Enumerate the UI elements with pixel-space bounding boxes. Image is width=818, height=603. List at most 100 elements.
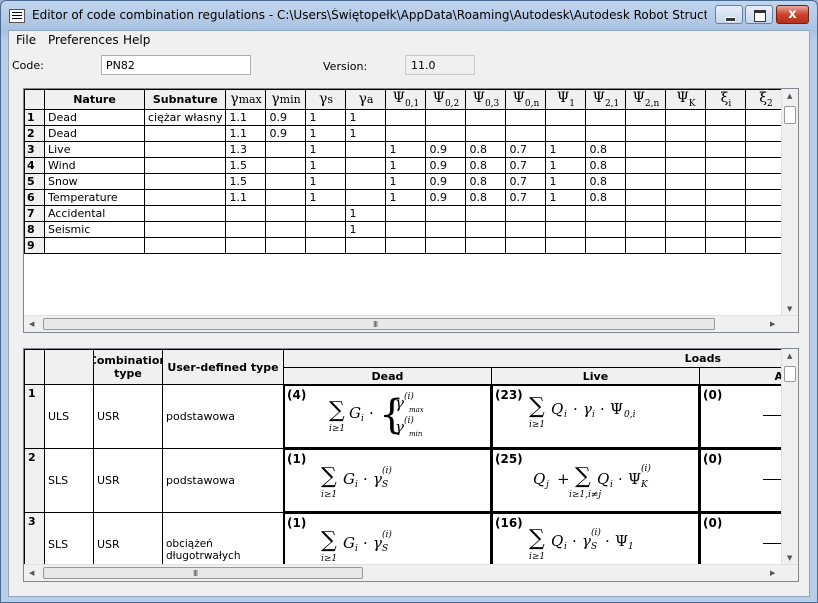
live-formula-cell[interactable]: (23) ∑ i≥1 Q i · γ i · Ψ 0,i bbox=[491, 384, 700, 449]
dead-formula-cell[interactable]: (1) ∑ i≥1 G i · γ (i) S bbox=[283, 512, 492, 572]
scroll-up-arrow-icon[interactable]: ▲ bbox=[787, 93, 792, 100]
cell-empty[interactable] bbox=[625, 204, 667, 222]
cell-psi03[interactable]: 0.8 bbox=[465, 156, 507, 174]
cell-psi01[interactable] bbox=[385, 204, 427, 222]
cell-psi21[interactable] bbox=[585, 220, 627, 238]
cell-empty[interactable] bbox=[745, 188, 787, 206]
cell-gs[interactable]: 1 bbox=[305, 124, 347, 142]
cell-psi21[interactable]: 0.8 bbox=[585, 140, 627, 158]
header-gamma-max[interactable]: γmax bbox=[225, 89, 267, 110]
cell-nature[interactable]: Seismic bbox=[44, 220, 145, 238]
cell-nature[interactable]: Wind bbox=[44, 156, 145, 174]
cell-empty[interactable] bbox=[745, 220, 787, 238]
cell-gmin[interactable] bbox=[265, 156, 307, 174]
cell-psi03[interactable]: 0.8 bbox=[465, 140, 507, 158]
cell-empty[interactable] bbox=[745, 172, 787, 190]
dead-formula-cell[interactable]: (4) ∑ i≥1 G i · { γ (i) max γ (i) min bbox=[283, 384, 492, 449]
header-psi-0-n[interactable]: Ψ0,n bbox=[505, 89, 547, 110]
scroll-right-arrow-icon[interactable]: ▶ bbox=[770, 570, 775, 577]
cell-empty[interactable] bbox=[625, 236, 667, 254]
cell-psi01[interactable] bbox=[385, 220, 427, 238]
cell-ga[interactable] bbox=[345, 188, 387, 206]
cell-empty[interactable] bbox=[625, 220, 667, 238]
cell-gs[interactable]: 1 bbox=[305, 156, 347, 174]
cell-ga[interactable]: 1 bbox=[345, 204, 387, 222]
cell-psi03[interactable] bbox=[465, 124, 507, 142]
header-gamma-s[interactable]: γs bbox=[305, 89, 347, 110]
scroll-left-arrow-icon[interactable]: ◀ bbox=[29, 570, 34, 577]
cell-psi03[interactable]: 0.8 bbox=[465, 188, 507, 206]
cell-empty[interactable] bbox=[705, 108, 747, 126]
cell-psi0n[interactable] bbox=[505, 108, 547, 126]
cell-nature[interactable]: Dead bbox=[44, 108, 145, 126]
cell-psi02[interactable]: 0.9 bbox=[425, 156, 467, 174]
cell-gmax[interactable] bbox=[225, 236, 267, 254]
cell-empty[interactable] bbox=[665, 108, 707, 126]
limit-state-cell[interactable]: SLS bbox=[44, 512, 94, 572]
cell-subnature[interactable]: ciężar własny bbox=[143, 108, 227, 126]
cell-gs[interactable] bbox=[305, 220, 347, 238]
cell-psi1[interactable] bbox=[545, 220, 587, 238]
cell-psi21[interactable]: 0.8 bbox=[585, 188, 627, 206]
cell-gs[interactable]: 1 bbox=[305, 108, 347, 126]
minimize-button[interactable] bbox=[715, 5, 743, 24]
header-gamma-min[interactable]: γmin bbox=[265, 89, 307, 110]
regulation-row[interactable]: 4 Wind 1.5 1 1 0.9 0.8 0.7 1 0.8 bbox=[24, 156, 787, 174]
scroll-thumb[interactable]: III bbox=[43, 567, 363, 579]
cell-gmax[interactable]: 1.1 bbox=[225, 188, 267, 206]
regulation-row[interactable]: 7 Accidental 1 bbox=[24, 204, 787, 222]
cell-psi1[interactable] bbox=[545, 108, 587, 126]
regulation-row[interactable]: 1 Dead ciężar własny 1.1 0.9 1 1 bbox=[24, 108, 787, 126]
cell-psi02[interactable] bbox=[425, 108, 467, 126]
cell-psi0n[interactable] bbox=[505, 220, 547, 238]
cell-empty[interactable] bbox=[705, 140, 747, 158]
cell-empty[interactable] bbox=[745, 204, 787, 222]
scroll-left-arrow-icon[interactable]: ◀ bbox=[29, 321, 34, 328]
cell-empty[interactable] bbox=[665, 188, 707, 206]
scroll-down-arrow-icon[interactable]: ▼ bbox=[787, 555, 792, 562]
cell-psi02[interactable]: 0.9 bbox=[425, 188, 467, 206]
combination-row-1[interactable]: 1 ULS USR podstawowa (4) ∑ i≥1 G i · { γ… bbox=[24, 384, 784, 449]
regulations-grid[interactable]: Nature Subnature γmax γmin γs γa Ψ0,1 Ψ0… bbox=[23, 88, 799, 333]
scroll-down-arrow-icon[interactable]: ▼ bbox=[787, 306, 792, 313]
cell-empty[interactable] bbox=[705, 236, 747, 254]
menu-help[interactable]: Help bbox=[123, 33, 150, 47]
cell-psi0n[interactable]: 0.7 bbox=[505, 172, 547, 190]
cell-psi03[interactable] bbox=[465, 204, 507, 222]
cell-nature[interactable] bbox=[44, 236, 145, 254]
scroll-thumb[interactable] bbox=[784, 366, 796, 382]
scroll-thumb[interactable] bbox=[784, 106, 796, 124]
cell-gmax[interactable]: 1.1 bbox=[225, 124, 267, 142]
dead-formula-cell[interactable]: (1) ∑ i≥1 G i · γ (i) S bbox=[283, 448, 492, 513]
cell-gmin[interactable] bbox=[265, 220, 307, 238]
cell-empty[interactable] bbox=[665, 172, 707, 190]
cell-gs[interactable]: 1 bbox=[305, 188, 347, 206]
cell-psi01[interactable] bbox=[385, 108, 427, 126]
cell-psi1[interactable] bbox=[545, 124, 587, 142]
cell-empty[interactable] bbox=[665, 156, 707, 174]
cell-psi0n[interactable]: 0.7 bbox=[505, 140, 547, 158]
combination-type-cell[interactable]: USR bbox=[93, 512, 163, 572]
combination-row-2[interactable]: 2 SLS USR podstawowa (1) ∑ i≥1 G i · γ (… bbox=[24, 448, 784, 513]
cell-psi02[interactable]: 0.9 bbox=[425, 140, 467, 158]
cell-psi21[interactable] bbox=[585, 108, 627, 126]
cell-empty[interactable] bbox=[705, 204, 747, 222]
cell-empty[interactable] bbox=[745, 124, 787, 142]
regulation-row[interactable]: 2 Dead 1.1 0.9 1 1 bbox=[24, 124, 787, 142]
user-defined-type-cell[interactable]: obciążeń długotrwałych bbox=[162, 512, 284, 572]
cell-empty[interactable] bbox=[705, 156, 747, 174]
header-psi-2-n[interactable]: Ψ2,n bbox=[625, 89, 667, 110]
header-accidental[interactable]: A bbox=[699, 367, 784, 385]
cell-gmin[interactable] bbox=[265, 140, 307, 158]
cell-gs[interactable] bbox=[305, 236, 347, 254]
cell-psi01[interactable]: 1 bbox=[385, 172, 427, 190]
cell-gmin[interactable] bbox=[265, 204, 307, 222]
cell-nature[interactable]: Live bbox=[44, 140, 145, 158]
scroll-up-arrow-icon[interactable]: ▲ bbox=[787, 353, 792, 360]
cell-nature[interactable]: Dead bbox=[44, 124, 145, 142]
cell-psi1[interactable] bbox=[545, 236, 587, 254]
cell-ga[interactable] bbox=[345, 172, 387, 190]
header-psi-0-3[interactable]: Ψ0,3 bbox=[465, 89, 507, 110]
cell-empty[interactable] bbox=[705, 124, 747, 142]
cell-psi03[interactable] bbox=[465, 108, 507, 126]
